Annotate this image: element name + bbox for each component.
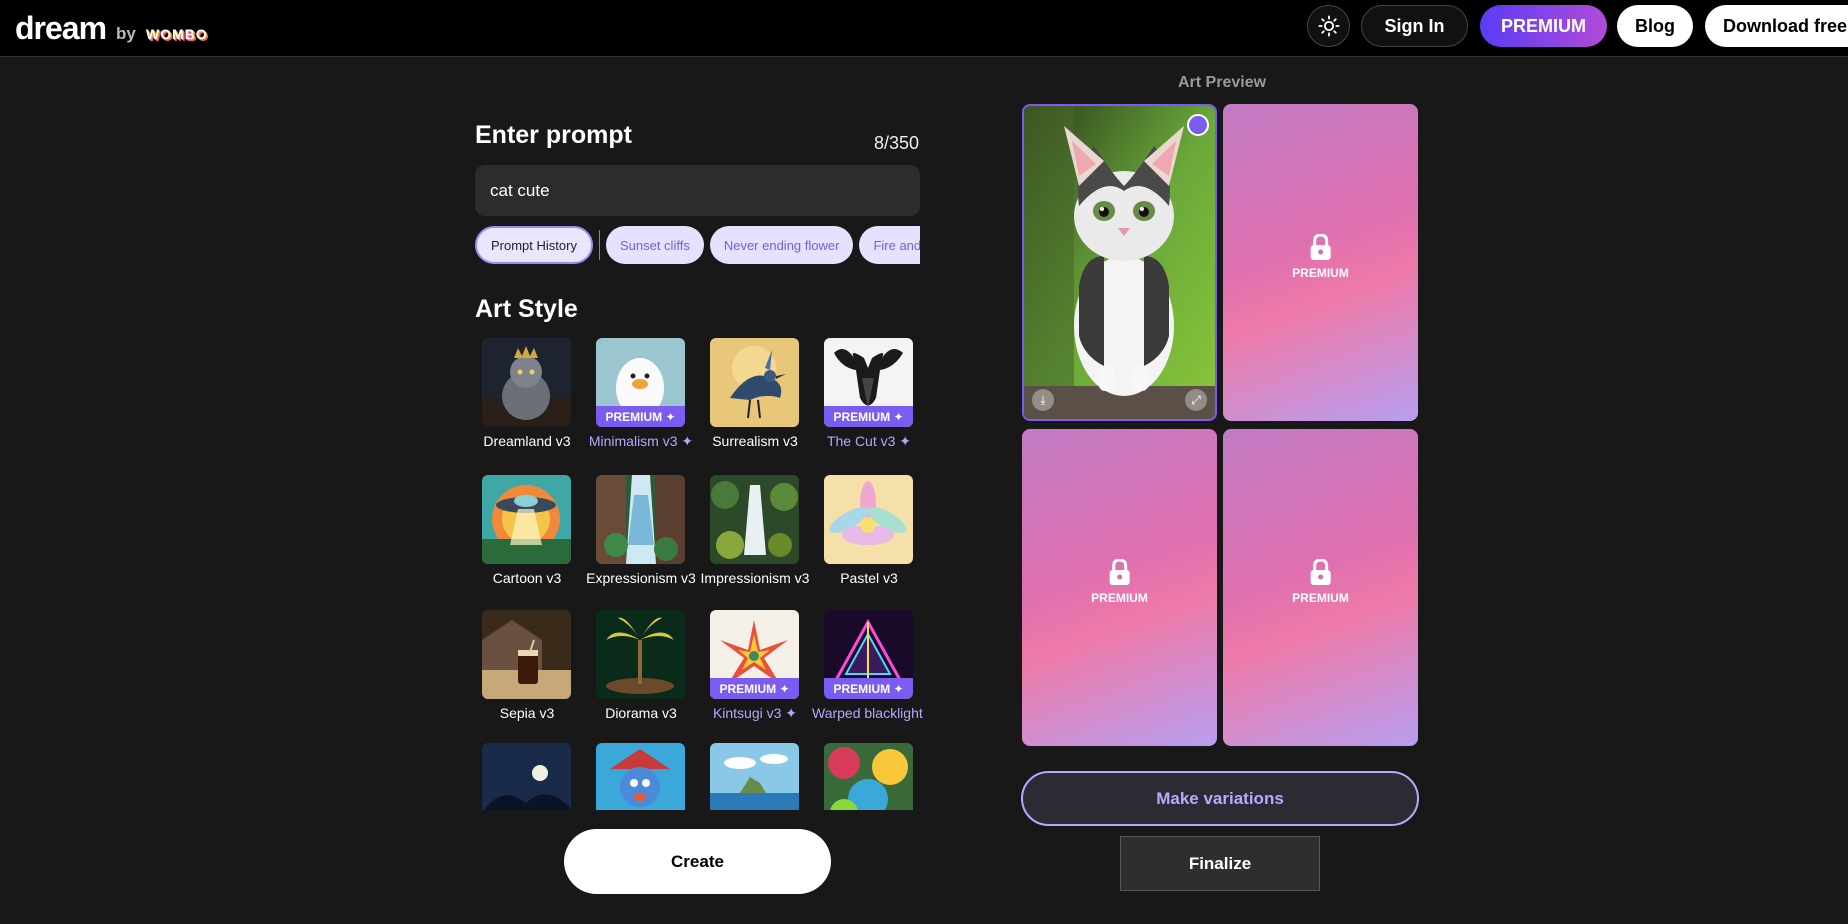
style-thumbnail xyxy=(824,475,913,564)
preview-card-locked[interactable]: PREMIUM xyxy=(1223,104,1418,421)
art-preview-title: Art Preview xyxy=(1178,74,1267,91)
preview-card-locked[interactable]: PREMIUM xyxy=(1022,429,1217,746)
style-thumbnail xyxy=(710,743,799,810)
style-label: Impressionism v3 xyxy=(700,570,810,586)
suggestion-chip[interactable]: Sunset cliffs xyxy=(605,226,704,264)
selected-indicator[interactable] xyxy=(1187,114,1209,136)
create-button[interactable]: Create xyxy=(564,829,831,894)
finalize-button[interactable]: Finalize xyxy=(1120,836,1320,891)
chip-divider xyxy=(598,230,600,260)
style-label: Expressionism v3 xyxy=(586,570,696,586)
suggestion-chip[interactable]: Fire and water xyxy=(859,226,920,264)
sun-icon xyxy=(1317,15,1340,37)
preview-card-locked[interactable]: PREMIUM xyxy=(1223,429,1418,746)
style-thumbnail xyxy=(596,475,685,564)
style-thumbnail: PREMIUM ✦ xyxy=(824,338,913,427)
logo[interactable]: dream by WOMBO xyxy=(15,10,208,47)
logo-by: by xyxy=(116,24,136,43)
style-label: The Cut v3 ✦ xyxy=(826,433,912,449)
style-label: Minimalism v3 ✦ xyxy=(588,433,694,449)
style-label: Dreamland v3 xyxy=(483,433,571,449)
style-thumbnail xyxy=(482,743,571,810)
style-label: Cartoon v3 xyxy=(492,570,562,586)
expand-icon[interactable]: ⤢ xyxy=(1185,389,1207,411)
prompt-input[interactable] xyxy=(475,165,920,216)
blog-button[interactable]: Blog xyxy=(1617,5,1693,47)
style-thumbnail xyxy=(482,475,571,564)
character-count: 8/350 xyxy=(874,133,920,153)
lock-icon xyxy=(1109,559,1130,585)
style-label: Surrealism v3 xyxy=(712,433,798,449)
lock-icon xyxy=(1310,234,1331,260)
lock-overlay: PREMIUM xyxy=(1292,559,1349,605)
style-label: Pastel v3 xyxy=(840,570,898,586)
top-nav: dream by WOMBO Sign In PREMIUM Blog Down… xyxy=(0,0,1848,57)
prompt-chips: Prompt History Sunset cliffs Never endin… xyxy=(475,226,920,264)
premium-badge: PREMIUM ✦ xyxy=(824,406,913,427)
lock-overlay: PREMIUM xyxy=(1091,559,1148,605)
suggestion-chip[interactable]: Never ending flower xyxy=(709,226,854,264)
lock-overlay: PREMIUM xyxy=(1292,234,1349,280)
sign-in-button[interactable]: Sign In xyxy=(1361,5,1468,47)
prompt-history-chip[interactable]: Prompt History xyxy=(475,226,593,264)
preview-card-generated[interactable]: ⤓ ⤢ xyxy=(1022,104,1217,421)
style-thumbnail xyxy=(596,743,685,810)
style-label: Warped blacklight v3 xyxy=(812,705,925,721)
prompt-title: Enter prompt xyxy=(475,121,632,149)
lock-icon xyxy=(1310,559,1331,585)
locked-label: PREMIUM xyxy=(1091,591,1148,605)
locked-label: PREMIUM xyxy=(1292,266,1349,280)
logo-dream: dream xyxy=(15,10,107,46)
art-style-title: Art Style xyxy=(475,295,578,323)
logo-wombo: WOMBO xyxy=(145,26,208,42)
premium-badge: PREMIUM ✦ xyxy=(596,406,685,427)
style-thumbnail xyxy=(482,338,571,427)
style-thumbnail: PREMIUM ✦ xyxy=(824,610,913,699)
style-thumbnail xyxy=(710,475,799,564)
style-thumbnail xyxy=(482,610,571,699)
art-style-grid: Dreamland v3 PREMIUM ✦ Minimalism v3 ✦ S… xyxy=(475,338,925,810)
style-label: Diorama v3 xyxy=(605,705,677,721)
theme-toggle-button[interactable] xyxy=(1307,5,1350,47)
style-thumbnail xyxy=(824,743,913,810)
style-thumbnail: PREMIUM ✦ xyxy=(710,610,799,699)
premium-button[interactable]: PREMIUM xyxy=(1480,5,1607,47)
cat-image xyxy=(1024,106,1215,419)
style-label: Kintsugi v3 ✦ xyxy=(712,705,798,721)
premium-badge: PREMIUM ✦ xyxy=(824,678,913,699)
style-label: Sepia v3 xyxy=(499,705,555,721)
premium-badge: PREMIUM ✦ xyxy=(710,678,799,699)
style-thumbnail: PREMIUM ✦ xyxy=(596,338,685,427)
download-icon[interactable]: ⤓ xyxy=(1032,389,1054,411)
make-variations-button[interactable]: Make variations xyxy=(1021,771,1419,826)
download-app-button[interactable]: Download free app xyxy=(1705,5,1848,47)
style-thumbnail xyxy=(710,338,799,427)
style-thumbnail xyxy=(596,610,685,699)
locked-label: PREMIUM xyxy=(1292,591,1349,605)
